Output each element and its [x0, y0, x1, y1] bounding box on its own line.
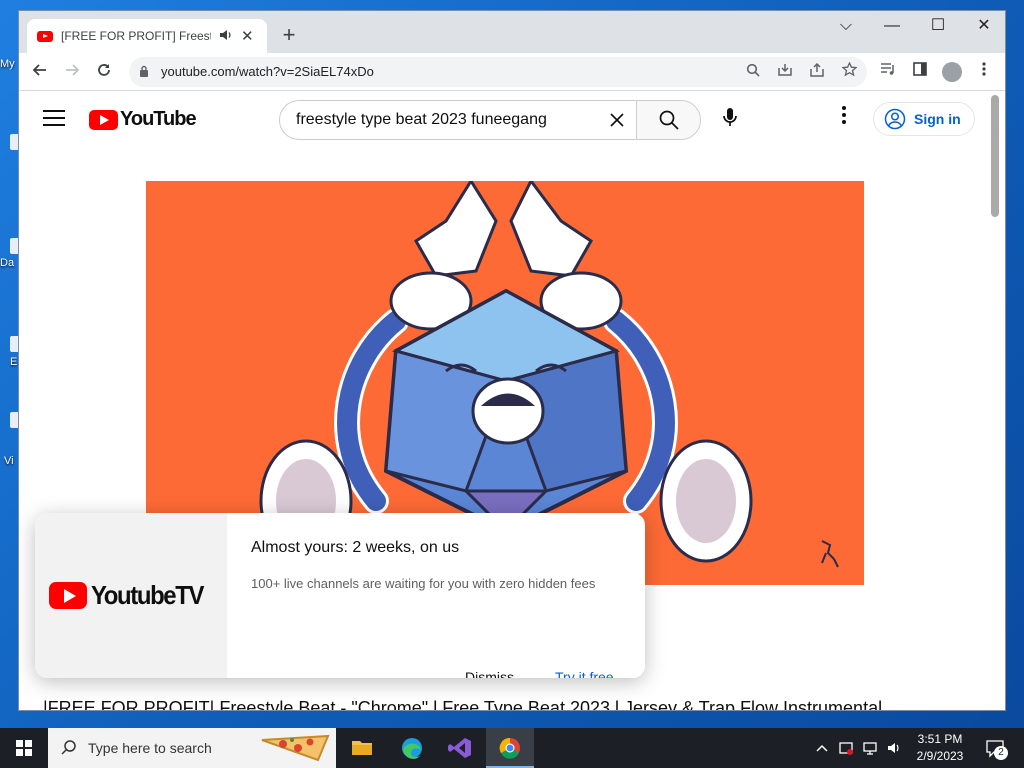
search-box[interactable]: freestyle type beat 2023 funeegang: [279, 100, 701, 140]
clock-time: 3:51 PM: [917, 732, 963, 746]
edge-icon: [402, 738, 422, 759]
youtube-tv-logo-text: YoutubeTV: [91, 580, 204, 610]
youtube-logo-text: YouTube: [120, 108, 197, 130]
clock-date: 2/9/2023: [916, 749, 964, 763]
dismiss-button[interactable]: Dismiss: [465, 669, 514, 678]
install-icon[interactable]: [775, 62, 795, 82]
search-icon: [61, 740, 76, 755]
taskbar-clock[interactable]: 3:51 PM 2/9/2023: [900, 731, 980, 765]
maximize-button[interactable]: ☐: [915, 11, 961, 41]
youtube-favicon-icon: [37, 30, 53, 42]
file-explorer-icon: [352, 741, 372, 755]
scrollbar-thumb[interactable]: [991, 95, 999, 217]
youtube-logo[interactable]: YouTube: [89, 108, 197, 131]
profile-icon: [942, 62, 962, 82]
side-panel-icon[interactable]: [909, 61, 931, 83]
search-button[interactable]: [636, 101, 700, 139]
speaker-icon[interactable]: [219, 29, 233, 44]
minimize-button[interactable]: —: [869, 11, 915, 41]
search-input[interactable]: freestyle type beat 2023 funeegang: [296, 111, 547, 129]
try-it-free-button[interactable]: Try it free: [555, 669, 614, 678]
taskbar-search-placeholder: Type here to search: [88, 740, 212, 756]
microphone-icon[interactable]: [715, 102, 745, 132]
search-icon: [659, 110, 679, 130]
browser-window: [FREE FOR PROFIT] Freestyle ✕ + ⌵ — ☐ ✕ …: [18, 10, 1006, 711]
browser-menu-icon[interactable]: [973, 61, 995, 83]
visual-studio-icon: [448, 738, 471, 758]
chrome-icon: [499, 737, 520, 759]
address-bar[interactable]: youtube.com/watch?v=2SiaEL74xDo: [129, 57, 867, 87]
youtube-tv-play-icon: [49, 582, 88, 609]
taskbar: Type here to search 3:51 PM 2/9/2023 2: [0, 728, 1024, 768]
sign-in-label: Sign in: [914, 111, 961, 127]
reload-icon: [98, 64, 110, 76]
file-explorer-taskbar-button[interactable]: [338, 728, 386, 768]
close-window-button[interactable]: ✕: [961, 11, 1005, 41]
show-hidden-icons-chevron-icon[interactable]: [812, 728, 832, 768]
media-controls-icon[interactable]: [877, 61, 899, 83]
promo-title: Almost yours: 2 weeks, on us: [251, 539, 460, 556]
visual-studio-taskbar-button[interactable]: [436, 728, 484, 768]
windows-logo-icon: [16, 740, 32, 756]
desktop-icon-label[interactable]: Da: [0, 257, 20, 269]
browser-tab[interactable]: [FREE FOR PROFIT] Freestyle ✕: [27, 19, 267, 53]
youtube-play-icon: [89, 109, 118, 130]
reload-button[interactable]: [91, 59, 117, 85]
lock-icon[interactable]: [139, 65, 149, 78]
pizza-search-highlight-icon: [261, 734, 330, 762]
network-icon[interactable]: [860, 728, 880, 768]
new-tab-button[interactable]: +: [277, 23, 301, 47]
browser-toolbar: youtube.com/watch?v=2SiaEL74xDo: [19, 53, 1005, 91]
url-text[interactable]: youtube.com/watch?v=2SiaEL74xDo: [161, 64, 374, 79]
hamburger-menu-icon[interactable]: [43, 110, 65, 128]
forward-arrow-icon: [66, 64, 80, 76]
back-arrow-icon: [32, 64, 46, 76]
page-scrollbar[interactable]: [987, 92, 1005, 710]
youtube-page: YouTube freestyle type beat 2023 funeega…: [19, 92, 989, 711]
tab-search-icon[interactable]: ⌵: [823, 11, 869, 41]
video-title: |FREE FOR PROFIT| Freestyle Beat - "Chro…: [43, 698, 883, 711]
account-icon: [884, 108, 906, 130]
forward-button[interactable]: [59, 59, 85, 85]
desktop-icon-label[interactable]: My: [0, 58, 20, 70]
bookmark-star-icon[interactable]: [839, 61, 859, 82]
tab-strip: [FREE FOR PROFIT] Freestyle ✕ + ⌵ — ☐ ✕: [19, 11, 1005, 53]
chrome-taskbar-button[interactable]: [486, 728, 534, 768]
settings-menu-icon[interactable]: [839, 106, 849, 128]
promo-subtitle: 100+ live channels are waiting for you w…: [251, 576, 596, 591]
tab-close-icon[interactable]: ✕: [241, 27, 254, 45]
search-icon[interactable]: [743, 62, 763, 82]
back-button[interactable]: [27, 59, 53, 85]
clear-search-icon[interactable]: [608, 109, 626, 135]
tab-title: [FREE FOR PROFIT] Freestyle: [61, 29, 211, 43]
sign-in-button[interactable]: Sign in: [873, 102, 975, 136]
taskbar-search-box[interactable]: Type here to search: [48, 728, 336, 768]
notification-center-button[interactable]: 2: [980, 728, 1010, 768]
security-alert-icon[interactable]: [836, 728, 856, 768]
start-button[interactable]: [0, 728, 48, 768]
edge-taskbar-button[interactable]: [388, 728, 436, 768]
profile-avatar[interactable]: [941, 61, 963, 83]
notification-count-badge: 2: [994, 746, 1008, 760]
share-icon[interactable]: [807, 62, 827, 82]
youtube-tv-logo: YoutubeTV: [35, 513, 227, 678]
youtube-tv-promo-dialog: YoutubeTV Almost yours: 2 weeks, on us 1…: [35, 513, 645, 678]
